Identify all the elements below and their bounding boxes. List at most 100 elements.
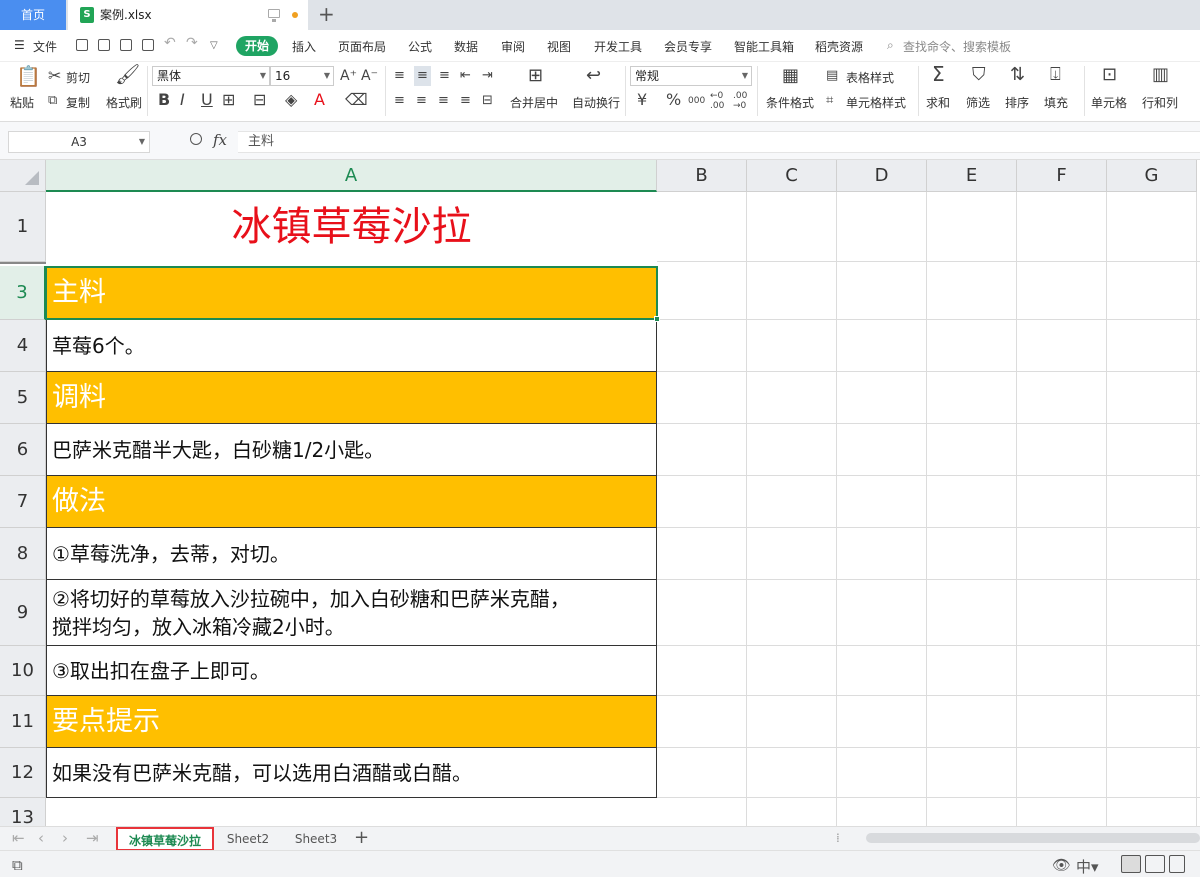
copy-button[interactable]: 复制 bbox=[66, 94, 90, 111]
tab-member[interactable]: 会员专享 bbox=[664, 38, 712, 55]
tab-developer[interactable]: 开发工具 bbox=[594, 38, 642, 55]
indent-decrease-icon[interactable]: ⇤ bbox=[460, 68, 471, 84]
wrap-text-icon[interactable]: ↩ bbox=[586, 67, 601, 85]
cell-fill-pattern-icon[interactable]: ⊟ bbox=[253, 92, 266, 108]
splitter-icon[interactable]: ⁞ bbox=[836, 831, 840, 845]
normal-view-icon[interactable] bbox=[1121, 855, 1141, 873]
name-box[interactable]: A3 ▼ bbox=[8, 131, 150, 153]
tab-daoke[interactable]: 稻壳资源 bbox=[815, 38, 863, 55]
tab-start[interactable]: 开始 bbox=[236, 36, 278, 56]
fx-icon[interactable]: fx bbox=[213, 131, 227, 149]
cell-a8[interactable]: ①草莓洗净，去蒂，对切。 bbox=[46, 528, 657, 580]
column-header-c[interactable]: C bbox=[747, 160, 837, 192]
conditional-format-button[interactable]: 条件格式 bbox=[766, 94, 814, 111]
tab-review[interactable]: 审阅 bbox=[501, 38, 525, 55]
print-icon[interactable] bbox=[120, 39, 132, 51]
tab-insert[interactable]: 插入 bbox=[292, 38, 316, 55]
fill-color-icon[interactable]: ◈ bbox=[285, 92, 297, 108]
cell-a7[interactable]: 做法 bbox=[46, 476, 657, 528]
next-sheet-icon[interactable]: › bbox=[62, 829, 68, 847]
row-header-5[interactable]: 5 bbox=[0, 372, 46, 424]
export-icon[interactable] bbox=[98, 39, 110, 51]
row-header-12[interactable]: 12 bbox=[0, 748, 46, 798]
sheet-tab[interactable]: Sheet2 bbox=[218, 827, 278, 851]
paste-button[interactable]: 粘贴 bbox=[10, 94, 34, 111]
page-layout-view-icon[interactable] bbox=[1169, 855, 1185, 873]
redo-icon[interactable]: ↷ bbox=[186, 35, 198, 51]
cell-a5[interactable]: 调料 bbox=[46, 372, 657, 424]
row-header-7[interactable]: 7 bbox=[0, 476, 46, 528]
cell-button[interactable]: 单元格 bbox=[1091, 94, 1127, 111]
underline-icon[interactable]: U bbox=[201, 92, 213, 108]
table-style-button[interactable]: 表格样式 bbox=[846, 69, 894, 86]
sort-icon[interactable]: ⇅ bbox=[1010, 66, 1025, 84]
sum-icon[interactable]: Σ bbox=[932, 64, 945, 84]
row-header-6[interactable]: 6 bbox=[0, 424, 46, 476]
cell-style-button[interactable]: 单元格样式 bbox=[846, 94, 906, 111]
command-search[interactable]: 查找命令、搜索模板 bbox=[903, 38, 1011, 55]
clear-format-icon[interactable]: ⌫ bbox=[345, 92, 368, 108]
column-header-d[interactable]: D bbox=[837, 160, 927, 192]
number-format-select[interactable]: 常规 ▼ bbox=[630, 66, 752, 86]
home-tab[interactable]: 首页 bbox=[0, 0, 66, 30]
row-header-10[interactable]: 10 bbox=[0, 646, 46, 696]
quick-access-more-icon[interactable]: ▽ bbox=[210, 40, 218, 51]
add-sheet-icon[interactable]: + bbox=[354, 827, 369, 849]
column-header-e[interactable]: E bbox=[927, 160, 1017, 192]
increase-font-icon[interactable]: A⁺ bbox=[340, 68, 357, 84]
currency-icon[interactable]: ¥ bbox=[637, 92, 647, 108]
row-column-button[interactable]: 行和列 bbox=[1142, 94, 1178, 111]
format-painter-button[interactable]: 格式刷 bbox=[106, 94, 142, 111]
row-column-icon[interactable]: ▥ bbox=[1152, 66, 1169, 84]
print-preview-icon[interactable] bbox=[142, 39, 154, 51]
input-method-icon[interactable]: 中▾ bbox=[1076, 856, 1099, 877]
cell-style-icon[interactable]: ⌗ bbox=[826, 93, 833, 109]
sheet-tab-active[interactable]: 冰镇草莓沙拉 bbox=[116, 827, 214, 851]
row-header-11[interactable]: 11 bbox=[0, 696, 46, 748]
decrease-font-icon[interactable]: A⁻ bbox=[361, 68, 378, 84]
cut-button[interactable]: 剪切 bbox=[66, 69, 90, 86]
column-header-a[interactable]: A bbox=[46, 160, 657, 192]
wrap-text-button[interactable]: 自动换行 bbox=[572, 94, 620, 111]
percent-icon[interactable]: % bbox=[666, 92, 681, 108]
first-sheet-icon[interactable]: ⇤ bbox=[12, 829, 25, 847]
row-header-9[interactable]: 9 bbox=[0, 580, 46, 646]
thousands-separator-icon[interactable]: 000 bbox=[688, 93, 705, 109]
align-right-icon[interactable]: ≡ bbox=[438, 93, 449, 109]
align-left-icon[interactable]: ≡ bbox=[394, 93, 405, 109]
undo-icon[interactable]: ↶ bbox=[164, 35, 176, 51]
search-icon[interactable]: ⌕ bbox=[887, 38, 894, 53]
cell-a11[interactable]: 要点提示 bbox=[46, 696, 657, 748]
align-bottom-icon[interactable]: ≡ bbox=[439, 68, 450, 84]
cell-a6[interactable]: 巴萨米克醋半大匙，白砂糖1/2小匙。 bbox=[46, 424, 657, 476]
merge-center-button[interactable]: 合并居中 bbox=[510, 94, 558, 111]
fill-button[interactable]: 填充 bbox=[1044, 94, 1068, 111]
cell-a10[interactable]: ③取出扣在盘子上即可。 bbox=[46, 646, 657, 696]
scissors-icon[interactable]: ✂ bbox=[48, 68, 61, 84]
indent-increase-icon[interactable]: ⇥ bbox=[482, 68, 493, 84]
macro-record-icon[interactable]: ⧉ bbox=[12, 856, 23, 874]
sort-button[interactable]: 排序 bbox=[1005, 94, 1029, 111]
cell-icon[interactable]: ⊡ bbox=[1102, 66, 1117, 84]
format-painter-icon[interactable]: 🖌 bbox=[115, 64, 140, 84]
font-name-select[interactable]: 黑体 ▼ bbox=[152, 66, 270, 86]
cell-a12[interactable]: 如果没有巴萨米克醋，可以选用白酒醋或白醋。 bbox=[46, 748, 657, 798]
tab-smart-toolbox[interactable]: 智能工具箱 bbox=[734, 38, 794, 55]
align-middle-icon[interactable]: ≡ bbox=[414, 66, 431, 86]
formula-input[interactable]: 主料 bbox=[238, 131, 1200, 153]
align-center-icon[interactable]: ≡ bbox=[416, 93, 427, 109]
increase-decimal-icon[interactable]: ←0.00 bbox=[710, 91, 724, 111]
row-header-13[interactable]: 13 bbox=[0, 798, 46, 826]
tab-formulas[interactable]: 公式 bbox=[408, 38, 432, 55]
row-header-8[interactable]: 8 bbox=[0, 528, 46, 580]
row-header-1[interactable]: 1 bbox=[0, 192, 46, 262]
copy-icon[interactable]: ⧉ bbox=[48, 93, 57, 109]
font-size-select[interactable]: 16 ▼ bbox=[270, 66, 334, 86]
filter-button[interactable]: 筛选 bbox=[966, 94, 990, 111]
tab-page-layout[interactable]: 页面布局 bbox=[338, 38, 386, 55]
table-style-icon[interactable]: ▤ bbox=[826, 68, 838, 84]
new-tab-plus-icon[interactable]: + bbox=[318, 0, 335, 28]
decrease-decimal-icon[interactable]: .00 →0 bbox=[733, 91, 747, 111]
sum-button[interactable]: 求和 bbox=[926, 94, 950, 111]
prev-sheet-icon[interactable]: ‹ bbox=[38, 829, 44, 847]
